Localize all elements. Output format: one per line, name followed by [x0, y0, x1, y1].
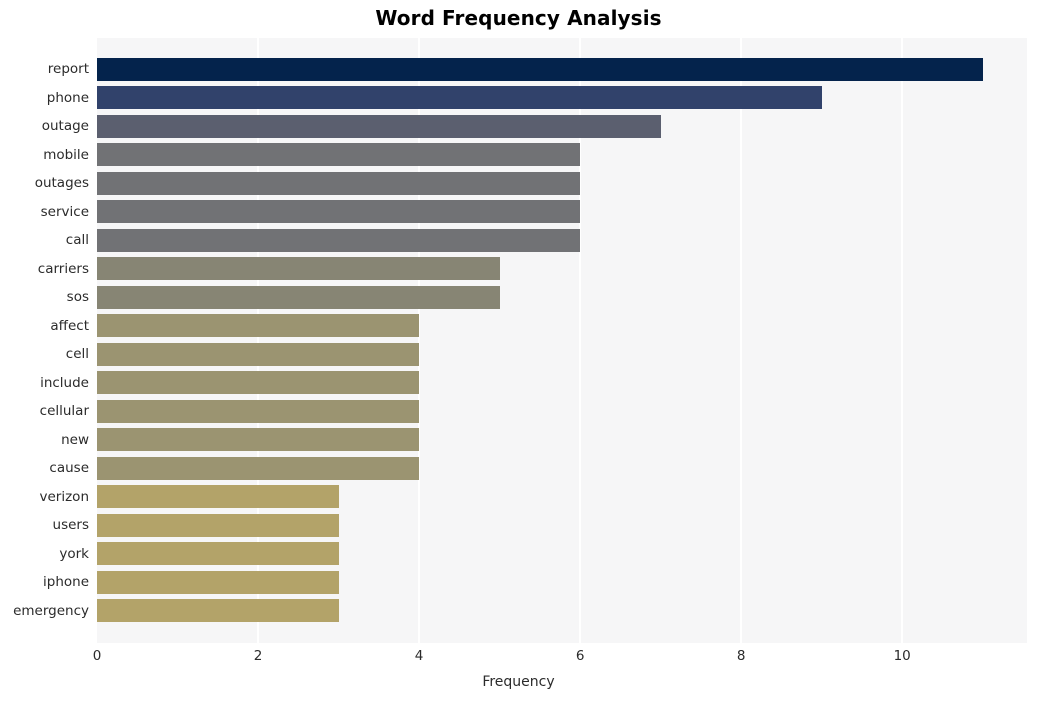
x-tick-label: 8 — [736, 648, 746, 664]
bar[interactable] — [97, 171, 581, 195]
bar-row[interactable] — [97, 597, 1027, 625]
bar-row[interactable] — [97, 255, 1027, 283]
bar[interactable] — [97, 485, 339, 509]
bar-row[interactable] — [97, 169, 1027, 197]
bar-row[interactable] — [97, 483, 1027, 511]
bar-row[interactable] — [97, 454, 1027, 482]
bar-row[interactable] — [97, 84, 1027, 112]
bar-row[interactable] — [97, 397, 1027, 425]
bar-row[interactable] — [97, 426, 1027, 454]
bar[interactable] — [97, 371, 420, 395]
y-tick-label: cause — [49, 460, 89, 477]
bar-row[interactable] — [97, 568, 1027, 596]
y-tick-label: iphone — [43, 574, 89, 591]
bar[interactable] — [97, 57, 983, 81]
y-axis-tick-labels: report phone outage mobile outages service cal… — [0, 38, 89, 643]
y-tick-label: users — [52, 517, 89, 534]
x-axis-tick-labels: 0 2 4 6 8 10 — [0, 648, 1037, 670]
x-tick-label: 2 — [253, 648, 263, 664]
bar[interactable] — [97, 285, 500, 309]
bar-row[interactable] — [97, 340, 1027, 368]
bar[interactable] — [97, 513, 339, 537]
bar[interactable] — [97, 456, 420, 480]
bar-row[interactable] — [97, 55, 1027, 83]
bar[interactable] — [97, 342, 420, 366]
y-tick-label: cellular — [39, 403, 89, 420]
bar[interactable] — [97, 114, 661, 138]
plot-area — [97, 38, 1027, 643]
y-tick-label: verizon — [39, 488, 90, 505]
x-tick-label: 4 — [414, 648, 424, 664]
bar[interactable] — [97, 257, 500, 281]
bar[interactable] — [97, 570, 339, 594]
bar-row[interactable] — [97, 141, 1027, 169]
y-tick-label: new — [61, 431, 89, 448]
y-tick-label: service — [40, 203, 89, 220]
y-tick-label: phone — [46, 89, 89, 106]
bar-row[interactable] — [97, 283, 1027, 311]
bar[interactable] — [97, 143, 581, 167]
bar-row[interactable] — [97, 369, 1027, 397]
bar[interactable] — [97, 599, 339, 623]
x-tick-label: 10 — [893, 648, 911, 664]
y-tick-label: sos — [66, 289, 89, 306]
bar[interactable] — [97, 399, 420, 423]
y-tick-label: call — [65, 232, 89, 249]
y-tick-label: emergency — [13, 602, 89, 619]
word-frequency-chart: Word Frequency Analysis report phone outag… — [0, 0, 1037, 701]
bar[interactable] — [97, 542, 339, 566]
y-tick-label: report — [47, 61, 89, 78]
y-tick-label: affect — [50, 317, 89, 334]
y-tick-label: carriers — [37, 260, 89, 277]
bar-row[interactable] — [97, 112, 1027, 140]
y-tick-label: mobile — [43, 146, 89, 163]
bar-row[interactable] — [97, 226, 1027, 254]
x-axis-label: Frequency — [482, 674, 555, 690]
bar-row[interactable] — [97, 198, 1027, 226]
y-tick-label: outage — [41, 118, 89, 135]
bar[interactable] — [97, 86, 822, 110]
y-tick-label: outages — [34, 175, 89, 192]
bar[interactable] — [97, 228, 581, 252]
bar-row[interactable] — [97, 312, 1027, 340]
bar[interactable] — [97, 314, 420, 338]
x-tick-label: 6 — [575, 648, 585, 664]
chart-title: Word Frequency Analysis — [375, 6, 662, 30]
x-tick-label: 0 — [92, 648, 102, 664]
bar[interactable] — [97, 428, 420, 452]
y-tick-label: york — [59, 545, 89, 562]
y-tick-label: cell — [65, 346, 89, 363]
y-tick-label: include — [40, 374, 89, 391]
bar-row[interactable] — [97, 540, 1027, 568]
bar[interactable] — [97, 200, 581, 224]
bar-row[interactable] — [97, 511, 1027, 539]
